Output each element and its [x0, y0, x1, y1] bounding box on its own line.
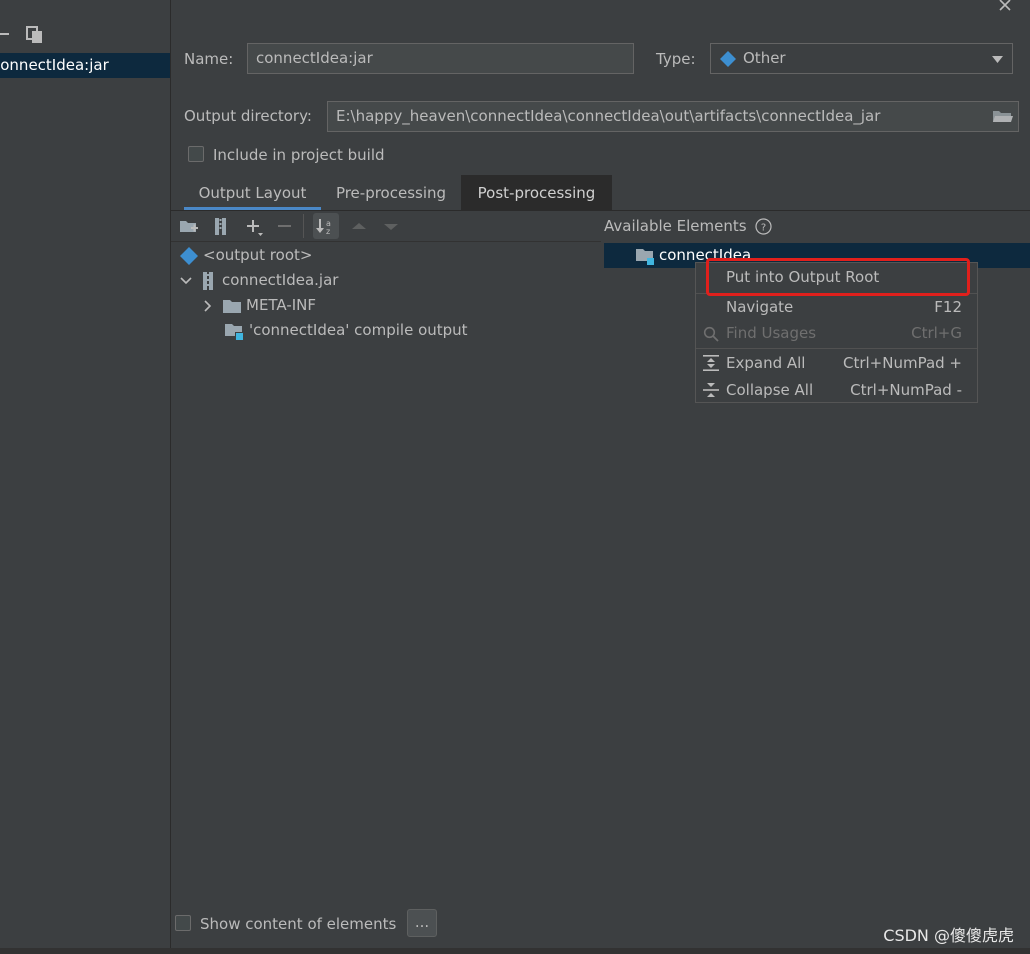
toolbar-divider: [171, 241, 601, 242]
sidebar-item-artifact[interactable]: connectIdea:jar: [0, 53, 170, 78]
menu-item-shortcut: Ctrl+NumPad +: [842, 354, 962, 372]
tree-label: META-INF: [246, 296, 317, 314]
type-label: Type:: [656, 50, 696, 68]
archive-icon[interactable]: [211, 217, 231, 237]
menu-separator: [696, 348, 977, 349]
jar-archive-icon: [200, 271, 216, 290]
menu-item-navigate[interactable]: Navigate F12: [696, 294, 977, 320]
output-dir-field[interactable]: E:\happy_heaven\connectIdea\connectIdea\…: [327, 101, 1019, 132]
menu-item-label: Collapse All: [726, 381, 814, 399]
show-content-label: Show content of elements: [200, 915, 397, 933]
available-elements-title: Available Elements ?: [604, 217, 772, 235]
tree-node-meta-inf[interactable]: META-INF: [203, 293, 316, 317]
svg-text:?: ?: [761, 223, 766, 234]
module-folder-icon: [636, 247, 655, 265]
search-icon: [703, 326, 719, 342]
tree-node-jar[interactable]: connectIdea.jar: [180, 268, 338, 292]
highlight-annotation-box: [706, 258, 970, 296]
menu-item-shortcut: Ctrl+NumPad -: [850, 381, 962, 399]
svg-text:z: z: [326, 227, 330, 236]
menu-item-shortcut: F12: [934, 298, 962, 316]
collapse-all-icon: [703, 382, 719, 398]
help-icon[interactable]: ?: [755, 218, 772, 235]
name-label: Name:: [184, 50, 234, 68]
module-output-icon: [225, 322, 244, 340]
tree-label: 'connectIdea' compile output: [249, 321, 468, 339]
chevron-down-icon: [992, 56, 1003, 63]
menu-item-find-usages[interactable]: Find Usages Ctrl+G: [696, 320, 977, 346]
output-root-icon: [180, 246, 198, 265]
toolbar-separator: [303, 214, 304, 238]
menu-item-expand-all[interactable]: Expand All Ctrl+NumPad +: [696, 350, 977, 376]
type-select-value: Other: [743, 49, 786, 67]
tree-node-output-root[interactable]: <output root>: [180, 243, 312, 267]
tree-label: connectIdea.jar: [222, 271, 339, 289]
browse-folder-icon[interactable]: [986, 102, 1018, 131]
add-icon[interactable]: [245, 217, 265, 237]
tab-output-layout[interactable]: Output Layout: [184, 175, 321, 211]
move-down-icon[interactable]: [381, 217, 401, 237]
include-build-label: Include in project build: [213, 146, 385, 164]
type-select[interactable]: Other: [710, 43, 1013, 74]
new-directory-icon[interactable]: [179, 217, 199, 237]
watermark: CSDN @傻傻虎虎: [883, 926, 1014, 945]
name-field-value: connectIdea:jar: [256, 49, 373, 67]
other-artifact-icon: [720, 51, 736, 67]
bottom-divider: [0, 948, 1030, 954]
remove-icon[interactable]: [0, 26, 10, 42]
layout-toolbar: az: [171, 211, 601, 241]
menu-item-collapse-all[interactable]: Collapse All Ctrl+NumPad -: [696, 377, 977, 403]
output-dir-value: E:\happy_heaven\connectIdea\connectIdea\…: [336, 107, 881, 125]
output-dir-label: Output directory:: [184, 107, 312, 125]
include-build-checkbox[interactable]: [188, 146, 204, 162]
tree-label: <output root>: [203, 246, 313, 264]
show-content-checkbox[interactable]: [175, 915, 191, 931]
menu-item-label: Expand All: [726, 354, 806, 372]
sort-alphabetically-icon[interactable]: az: [313, 213, 339, 239]
copy-icon[interactable]: [26, 26, 44, 44]
folder-icon: [223, 298, 241, 314]
name-field[interactable]: connectIdea:jar: [247, 43, 634, 74]
menu-item-label: Navigate: [726, 298, 794, 316]
tab-pre-processing[interactable]: Pre-processing: [321, 175, 461, 211]
menu-item-shortcut: Ctrl+G: [911, 324, 962, 342]
menu-item-label: Find Usages: [726, 324, 817, 342]
close-icon[interactable]: [998, 0, 1012, 12]
chevron-down-icon[interactable]: [180, 276, 192, 286]
move-up-icon[interactable]: [349, 217, 369, 237]
artifacts-sidebar: connectIdea:jar: [0, 0, 171, 954]
more-options-button[interactable]: ...: [407, 909, 437, 937]
remove-element-icon[interactable]: [275, 217, 295, 237]
expand-all-icon: [703, 355, 719, 371]
tree-node-compile-output[interactable]: 'connectIdea' compile output: [225, 318, 468, 342]
tab-post-processing[interactable]: Post-processing: [461, 175, 612, 211]
chevron-right-icon[interactable]: [203, 299, 215, 312]
